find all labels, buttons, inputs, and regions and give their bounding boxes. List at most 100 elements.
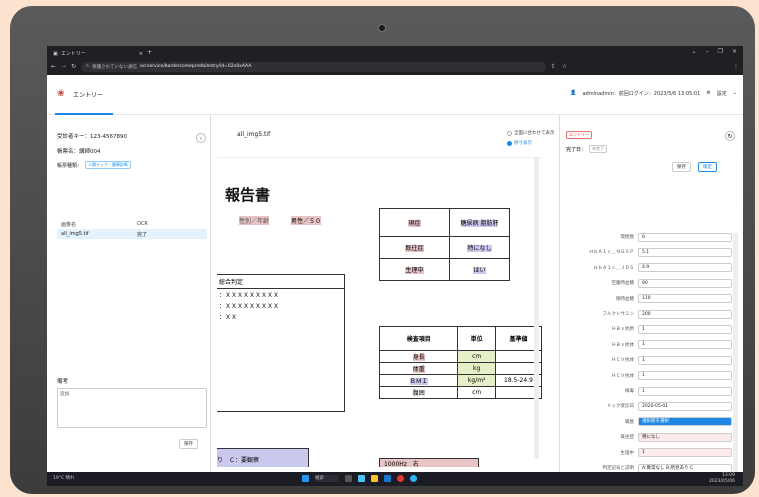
chrome-icon[interactable] bbox=[397, 475, 404, 482]
reload-icon[interactable]: ↻ bbox=[71, 63, 76, 70]
url-input[interactable]: ⚠ 保護されていない通信 ocrservice/bordercomeprrelb… bbox=[81, 61, 546, 72]
field-label: ドック受診日 bbox=[607, 404, 634, 410]
field-label: 随時血糖 bbox=[616, 296, 634, 302]
left-panel: 受診者キー：123-4567890 ‹ 帳票名：講師004 帳票種類： 人間ドッ… bbox=[51, 115, 211, 486]
exam-table: 検査項目 単位 基準値 身長 cm 体重 kg ＢＭＩ kg/m² 18.5-24.9 腹囲… bbox=[378, 326, 542, 399]
menu-icon[interactable]: ⋮ bbox=[733, 63, 739, 70]
settings-link[interactable]: 設定 bbox=[717, 90, 727, 97]
memo-textarea[interactable]: 追加 bbox=[57, 388, 207, 428]
doc-title: 報告書 bbox=[225, 186, 271, 204]
field-row: ＨＢｓ抗原 1 bbox=[560, 324, 732, 334]
address-bar: ← → ↻ ⚠ 保護されていない通信 ocrservice/bordercome… bbox=[51, 61, 739, 72]
restore-icon[interactable]: ❐ bbox=[718, 48, 723, 55]
field-label: ＨｂＡ１ｃ＿ＮＧＳＰ bbox=[589, 250, 634, 256]
date: 2023/05/06 bbox=[709, 479, 735, 484]
field-label: ＨＢｓ抗原 bbox=[611, 327, 635, 333]
field-input[interactable]: 90 bbox=[638, 278, 732, 288]
clock[interactable]: 13:09 2023/05/06 bbox=[709, 473, 735, 485]
field-row: 既往症 特になし bbox=[560, 432, 732, 442]
field-input[interactable]: 200 bbox=[638, 309, 732, 319]
forward-icon[interactable]: → bbox=[61, 63, 66, 70]
radio-fit[interactable]: 全面に合わせて表示 bbox=[507, 130, 555, 136]
back-icon[interactable]: ← bbox=[51, 63, 56, 70]
cell-key: 現症 bbox=[408, 220, 421, 227]
field-input[interactable]: 1 bbox=[638, 355, 732, 365]
header-item: 検査項目 bbox=[378, 326, 459, 351]
field-label: ＨｂＡ１ｃ＿ＪＤＳ bbox=[593, 265, 635, 271]
field-row: 梅毒 1 bbox=[560, 386, 732, 396]
field-input[interactable]: 1 bbox=[638, 340, 732, 350]
field-label: 喫煙歴 bbox=[620, 235, 635, 240]
field-label: 判定記号と説明 bbox=[602, 466, 635, 471]
field-row: フルクトサミン 200 bbox=[560, 309, 732, 319]
collapse-icon[interactable]: ‹ bbox=[196, 133, 206, 143]
field-input[interactable]: 特になし bbox=[638, 432, 732, 442]
task-view-icon[interactable] bbox=[345, 475, 352, 482]
item-name: 身長 bbox=[412, 354, 425, 361]
close-tab-icon[interactable]: × bbox=[139, 51, 143, 57]
gear-icon[interactable]: ⚙ bbox=[706, 90, 710, 97]
field-row: 空腹時血糖 90 bbox=[560, 278, 732, 288]
radio-label: 全面に合わせて表示 bbox=[514, 131, 555, 136]
field-input[interactable]: 1 bbox=[638, 371, 732, 381]
browser-tab[interactable]: ▣ エントリー × bbox=[53, 48, 143, 59]
age-label: 性別／年齢 bbox=[239, 216, 270, 225]
app-icon[interactable] bbox=[410, 475, 417, 482]
url-text: ocrservice/bordercomeprrelb/entry/id=02x… bbox=[140, 64, 252, 69]
field-input[interactable]: 6 bbox=[638, 232, 732, 242]
chevron-down-icon[interactable]: ⌄ bbox=[692, 48, 697, 55]
doc-type-tag[interactable]: 人間ドック・健康診断 bbox=[85, 161, 131, 169]
status-table: 現症 糖尿病 脂肪肝 既往症 特になし 生理中 はい bbox=[379, 208, 510, 281]
col-ocr: OCR bbox=[137, 221, 148, 227]
radio-actual[interactable]: 原寸表示 bbox=[507, 140, 532, 146]
field-input[interactable]: 選択肢を選択 bbox=[638, 417, 732, 427]
field-input[interactable]: 110 bbox=[638, 294, 732, 304]
field-input[interactable]: 5.1 bbox=[638, 247, 732, 257]
new-tab-icon[interactable]: + bbox=[147, 49, 152, 56]
close-window-icon[interactable]: × bbox=[732, 48, 737, 55]
field-input[interactable]: 1 bbox=[638, 386, 732, 396]
vertical-scrollbar[interactable] bbox=[733, 233, 738, 481]
minimize-icon[interactable]: – bbox=[706, 48, 709, 55]
camera bbox=[378, 24, 386, 32]
star-icon[interactable]: ☆ bbox=[562, 63, 567, 70]
field-input[interactable]: 1 bbox=[638, 324, 732, 334]
chevron-down-icon[interactable]: ⌄ bbox=[733, 90, 737, 97]
document-viewer: all_img5.tif 全面に合わせて表示 原寸表示 報告書 性別／年齢 男性… bbox=[212, 115, 557, 486]
field-input[interactable]: 4.9 bbox=[638, 263, 732, 273]
refresh-icon[interactable]: ↻ bbox=[725, 131, 735, 141]
store-icon[interactable] bbox=[384, 475, 391, 482]
header-unit: 単位 bbox=[457, 326, 496, 351]
field-label: フルクトサミン bbox=[602, 312, 635, 317]
field-input[interactable]: 1 bbox=[638, 448, 732, 458]
field-row: ドック受診日 2020-05-01 bbox=[560, 401, 732, 411]
field-label: 生理中 bbox=[620, 450, 635, 456]
field-label: ＨＢｓ抗体 bbox=[611, 342, 635, 348]
doc-type-label: 帳票種類： bbox=[57, 162, 83, 169]
app-logo-icon: ❀ bbox=[57, 89, 65, 99]
explorer-icon[interactable] bbox=[371, 475, 378, 482]
field-input[interactable]: 2020-05-01 bbox=[638, 401, 732, 411]
table-row[interactable]: all_img5.tif 完了 bbox=[57, 229, 207, 239]
document-image: 報告書 性別／年齢 男性／５０ 総合判定 ：ＸＸＸＸＸＸＸＸＸ ：ＸＸＸＸＸＸＸ… bbox=[217, 157, 542, 467]
edge-icon[interactable] bbox=[358, 475, 365, 482]
viewer-file-name: all_img5.tif bbox=[237, 131, 271, 138]
bottom-right-box: 1000Hz 右 bbox=[379, 458, 479, 467]
bottom-left-box: り Ｃ：要観察 bbox=[217, 448, 309, 467]
x-line-3: ：ＸＸ bbox=[219, 314, 238, 321]
item-name: ＢＭＩ bbox=[409, 378, 428, 385]
field-label: 空腹時血糖 bbox=[611, 281, 635, 287]
share-icon[interactable]: ⇪ bbox=[551, 63, 556, 70]
vertical-scrollbar[interactable] bbox=[534, 157, 539, 459]
item-unit: kg/m² bbox=[457, 374, 496, 387]
confirm-button[interactable]: 確定 bbox=[698, 162, 717, 172]
save-button[interactable]: 保存 bbox=[672, 162, 691, 172]
user-info: 👤 adminadmin：前回ログイン：2023/5/6 13:05:01 ⚙ … bbox=[570, 90, 737, 97]
field-row: ＨＢｓ抗体 1 bbox=[560, 340, 732, 350]
app-title[interactable]: エントリー bbox=[73, 90, 103, 99]
save-button[interactable]: 保存 bbox=[179, 439, 198, 449]
search-box[interactable]: 検索 bbox=[315, 475, 339, 482]
entry-panel: エントリー ↻ 完了日： 未完了 保存 確定 喫煙歴 6 ＨｂＡ１ｃ＿ＮＧＳＰ 5.1… bbox=[559, 115, 743, 486]
windows-start-icon[interactable] bbox=[302, 475, 309, 482]
weather-widget[interactable]: 19°C 晴れ bbox=[53, 475, 75, 481]
